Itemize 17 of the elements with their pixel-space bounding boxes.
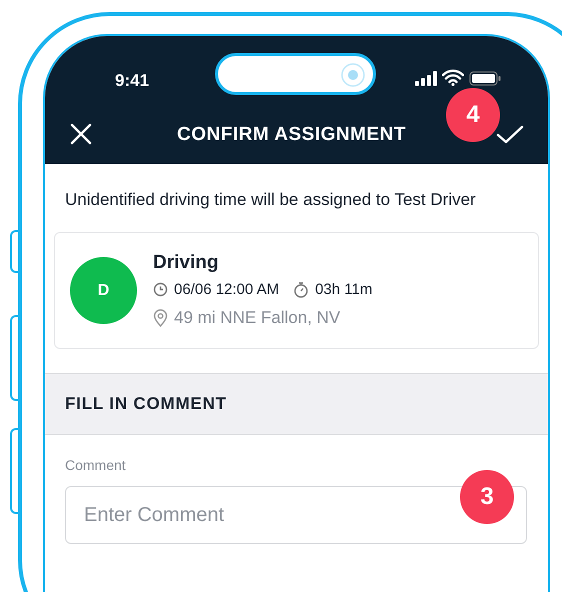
status-time: 9:41 xyxy=(115,70,150,92)
close-icon xyxy=(69,122,93,146)
wifi-icon xyxy=(442,69,464,86)
location-pin-icon xyxy=(153,308,168,327)
event-duration: 03h 11m xyxy=(315,280,372,300)
event-location: 49 mi NNE Fallon, NV xyxy=(174,307,340,329)
section-title: FILL IN COMMENT xyxy=(65,393,227,416)
clock-icon xyxy=(153,282,168,298)
camera-icon xyxy=(341,63,365,87)
event-status: Driving xyxy=(153,250,220,274)
stopwatch-icon xyxy=(293,281,310,298)
battery-icon xyxy=(469,71,501,86)
comment-label: Comment xyxy=(65,456,127,475)
event-start-time: 06/06 12:00 AM xyxy=(174,280,280,300)
assignment-message: Unidentified driving time will be assigned to Test Driver xyxy=(65,189,477,211)
signal-icon xyxy=(415,71,438,86)
screen-title: CONFIRM ASSIGNMENT xyxy=(177,122,406,147)
